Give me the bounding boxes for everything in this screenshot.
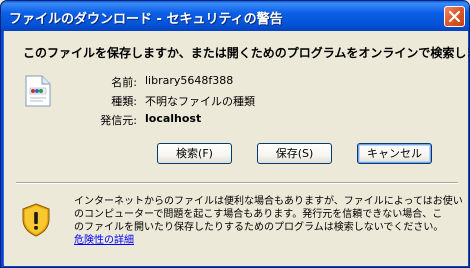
title-bar[interactable]: ファイルのダウンロード - セキュリティの警告 bbox=[1, 1, 469, 31]
type-label: 種類: bbox=[111, 95, 137, 108]
dialog-body: このファイルを保存しますか、または開くためのプログラムをオンラインで検索しますか… bbox=[4, 31, 470, 266]
close-button[interactable] bbox=[444, 6, 465, 27]
origin-label: 発信元: bbox=[100, 114, 137, 127]
separator-highlight bbox=[16, 183, 458, 184]
name-value: library5648f388 bbox=[145, 74, 234, 87]
name-label: 名前: bbox=[111, 76, 137, 89]
warning-text: インターネットからのファイルは便利な場合もありますが、ファイルによってはお使い … bbox=[74, 195, 464, 247]
download-dialog-window: ファイルのダウンロード - セキュリティの警告 このファイルを保存しますか、また… bbox=[0, 0, 470, 268]
security-shield-icon bbox=[22, 203, 50, 237]
type-value: 不明なファイルの種類 bbox=[145, 95, 255, 108]
origin-value: localhost bbox=[145, 112, 202, 125]
question-text: このファイルを保存しますか、または開くためのプログラムをオンラインで検索しますか… bbox=[23, 46, 470, 60]
warning-line: インターネットからのファイルは便利な場合もありますが、ファイルによってはお使い bbox=[74, 196, 463, 207]
warning-line: のファイルを開いたり保存したりするためのプログラムは検索しないでください。 bbox=[74, 222, 444, 233]
warning-line: のコンピューターで問題を起こす場合もあります。発行元を信頼できない場合、こ bbox=[74, 209, 443, 220]
search-button[interactable]: 検索(F) bbox=[157, 143, 232, 164]
unknown-file-icon bbox=[25, 75, 51, 107]
close-icon bbox=[448, 10, 461, 23]
risk-details-link[interactable]: 危険性の詳細 bbox=[74, 235, 134, 246]
save-button[interactable]: 保存(S) bbox=[257, 143, 332, 164]
window-title: ファイルのダウンロード - セキュリティの警告 bbox=[9, 12, 283, 27]
cancel-button[interactable]: キャンセル bbox=[357, 143, 432, 164]
